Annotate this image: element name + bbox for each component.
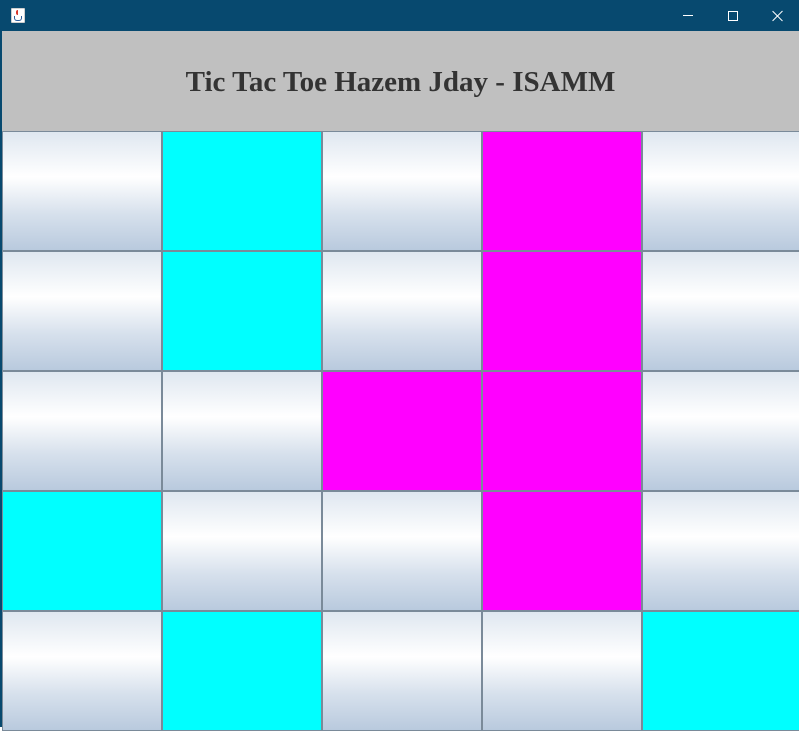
close-button[interactable] [755,0,799,31]
board-cell-5-4[interactable] [482,611,642,731]
title-bar[interactable] [0,0,799,31]
board-cell-2-1[interactable] [2,251,162,371]
board-cell-4-1[interactable] [2,491,162,611]
header-panel: Tic Tac Toe Hazem Jday - ISAMM [2,31,799,131]
board-cell-4-5[interactable] [642,491,799,611]
board-cell-5-2[interactable] [162,611,322,731]
board-cell-1-1[interactable] [2,131,162,251]
board-cell-3-2[interactable] [162,371,322,491]
board-cell-1-3[interactable] [322,131,482,251]
board-cell-2-2[interactable] [162,251,322,371]
board-cell-4-2[interactable] [162,491,322,611]
board-cell-3-4[interactable] [482,371,642,491]
board-cell-2-4[interactable] [482,251,642,371]
board-cell-4-4[interactable] [482,491,642,611]
board-cell-1-2[interactable] [162,131,322,251]
game-board [2,131,799,731]
board-cell-5-1[interactable] [2,611,162,731]
java-cup-icon[interactable] [11,8,25,23]
board-cell-3-1[interactable] [2,371,162,491]
board-cell-3-3[interactable] [322,371,482,491]
minimize-icon [683,15,693,16]
board-cell-2-5[interactable] [642,251,799,371]
close-icon [772,10,784,22]
board-cell-1-4[interactable] [482,131,642,251]
maximize-icon [728,10,738,21]
board-cell-3-5[interactable] [642,371,799,491]
board-cell-1-5[interactable] [642,131,799,251]
minimize-button[interactable] [665,0,711,31]
page-title: Tic Tac Toe Hazem Jday - ISAMM [185,65,616,98]
board-cell-5-3[interactable] [322,611,482,731]
app-window: Tic Tac Toe Hazem Jday - ISAMM [0,0,799,731]
board-cell-5-5[interactable] [642,611,799,731]
maximize-button[interactable] [710,0,756,31]
board-cell-4-3[interactable] [322,491,482,611]
board-cell-2-3[interactable] [322,251,482,371]
